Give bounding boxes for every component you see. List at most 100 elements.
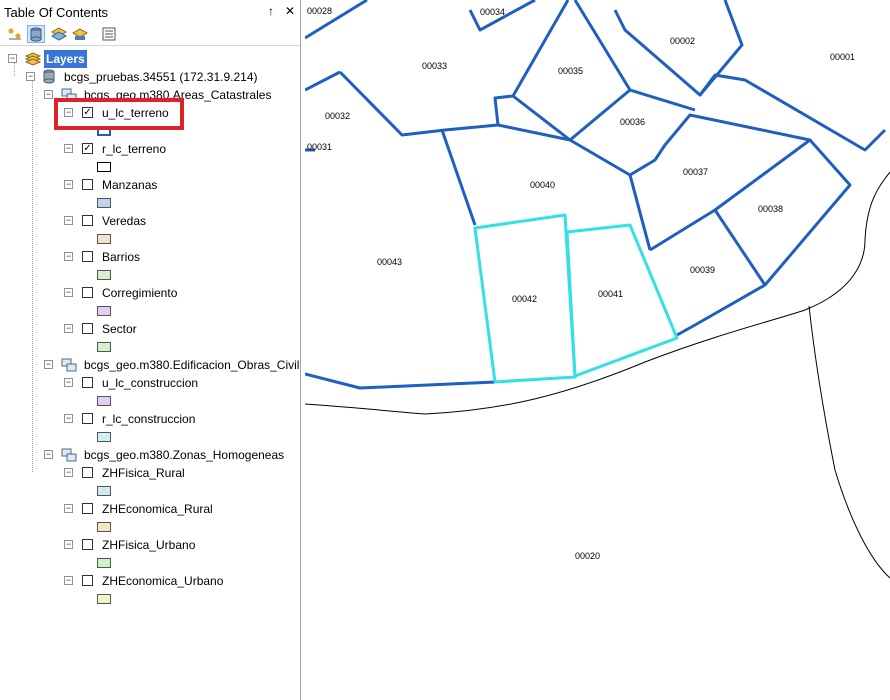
collapse-icon[interactable]: −: [64, 216, 73, 225]
layer-label[interactable]: ZHEconomica_Rural: [102, 500, 213, 518]
collapse-icon[interactable]: −: [44, 450, 53, 459]
layer-visibility-checkbox[interactable]: [82, 467, 93, 478]
collapse-icon[interactable]: −: [26, 72, 35, 81]
parcel-edge[interactable]: [440, 129, 477, 226]
parcel-edge[interactable]: [698, 73, 887, 152]
parcel-edge[interactable]: [305, 70, 341, 92]
layer-label[interactable]: r_lc_construccion: [102, 410, 195, 428]
layer-row-zheconomica-urbano[interactable]: − ZHEconomica_Urbano: [64, 572, 300, 590]
layer-label[interactable]: Veredas: [102, 212, 146, 230]
list-by-source-icon[interactable]: [27, 25, 45, 43]
options-icon[interactable]: [100, 25, 118, 43]
group-label[interactable]: bcgs_geo.m380.Edificacion_Obras_Civiles: [84, 356, 300, 374]
layer-symbol-swatch[interactable]: [97, 432, 111, 442]
collapse-icon[interactable]: −: [64, 504, 73, 513]
layer-symbol-swatch[interactable]: [97, 126, 111, 136]
parcel-edge[interactable]: [338, 0, 570, 137]
layer-row-manzanas[interactable]: − Manzanas: [64, 176, 300, 194]
group-label[interactable]: bcgs_geo.m380.Areas_Catastrales: [84, 86, 271, 104]
pin-icon[interactable]: ↑: [268, 4, 274, 18]
layer-row-r-lc-terreno[interactable]: − ✓ r_lc_terreno: [64, 140, 300, 158]
group-zonas-homogeneas-row[interactable]: − bcgs_geo.m380.Zonas_Homogeneas: [44, 446, 300, 464]
list-by-visibility-icon[interactable]: [50, 25, 68, 43]
layer-visibility-checkbox[interactable]: [82, 539, 93, 550]
parcel-edge[interactable]: [305, 372, 496, 390]
collapse-icon[interactable]: −: [64, 540, 73, 549]
layer-row-u-lc-terreno[interactable]: − ✓ u_lc_terreno: [64, 104, 300, 122]
group-edificacion-obras-civiles-row[interactable]: − bcgs_geo.m380.Edificacion_Obras_Civile…: [44, 356, 300, 374]
collapse-icon[interactable]: −: [64, 180, 73, 189]
layer-visibility-checkbox[interactable]: [82, 251, 93, 262]
layer-row-u-lc-construccion[interactable]: − u_lc_construccion: [64, 374, 300, 392]
collapse-icon[interactable]: −: [64, 108, 73, 117]
layer-visibility-checkbox[interactable]: [82, 575, 93, 586]
parcel-edge[interactable]: [628, 174, 652, 251]
layers-root-label[interactable]: Layers: [44, 50, 87, 68]
layer-symbol-swatch[interactable]: [97, 522, 111, 532]
parcel-edge[interactable]: [629, 88, 696, 112]
layer-symbol-swatch[interactable]: [97, 306, 111, 316]
collapse-icon[interactable]: −: [64, 144, 73, 153]
collapse-icon[interactable]: −: [44, 90, 53, 99]
layer-label[interactable]: Sector: [102, 320, 137, 338]
list-by-drawing-order-icon[interactable]: [6, 25, 24, 43]
layer-label[interactable]: u_lc_construccion: [102, 374, 198, 392]
layer-visibility-checkbox[interactable]: [82, 377, 93, 388]
collapse-icon[interactable]: −: [44, 360, 53, 369]
layer-visibility-checkbox[interactable]: [82, 215, 93, 226]
layer-row-r-lc-construccion[interactable]: − r_lc_construccion: [64, 410, 300, 428]
layer-symbol-swatch[interactable]: [97, 198, 111, 208]
urban-parcel-boundaries[interactable]: [305, 0, 887, 390]
collapse-icon[interactable]: −: [64, 576, 73, 585]
layer-label[interactable]: r_lc_terreno: [102, 140, 166, 158]
group-label[interactable]: bcgs_geo.m380.Zonas_Homogeneas: [84, 446, 284, 464]
group-areas-catastrales-row[interactable]: − bcgs_geo.m380.Areas_Catastrales: [44, 86, 300, 104]
layer-symbol-swatch[interactable]: [97, 234, 111, 244]
collapse-icon[interactable]: −: [64, 414, 73, 423]
layer-symbol-swatch[interactable]: [97, 342, 111, 352]
layer-visibility-checkbox[interactable]: [82, 503, 93, 514]
parcel-label: 00032: [325, 111, 350, 121]
layer-row-veredas[interactable]: − Veredas: [64, 212, 300, 230]
layer-symbol-swatch[interactable]: [97, 162, 111, 172]
collapse-icon[interactable]: −: [64, 468, 73, 477]
layer-symbol-swatch[interactable]: [97, 270, 111, 280]
layer-visibility-checkbox[interactable]: [82, 323, 93, 334]
layer-row-zhfisica-rural[interactable]: − ZHFisica_Rural: [64, 464, 300, 482]
layer-row-corregimiento[interactable]: − Corregimiento: [64, 284, 300, 302]
rural-parcel-boundary[interactable]: [808, 305, 890, 579]
collapse-icon[interactable]: −: [64, 324, 73, 333]
parcel-edge[interactable]: [613, 0, 744, 97]
layer-label[interactable]: Corregimiento: [102, 284, 177, 302]
layer-label[interactable]: ZHFisica_Rural: [102, 464, 185, 482]
collapse-icon[interactable]: −: [64, 252, 73, 261]
collapse-icon[interactable]: −: [64, 378, 73, 387]
layer-visibility-checkbox[interactable]: ✓: [82, 143, 93, 154]
layer-row-sector[interactable]: − Sector: [64, 320, 300, 338]
map-canvas[interactable]: 00028 00034 00002 00001 00033 00035 0003…: [305, 0, 890, 700]
layer-label[interactable]: ZHEconomica_Urbano: [102, 572, 223, 590]
datasource-label[interactable]: bcgs_pruebas.34551 (172.31.9.214): [64, 68, 257, 86]
map-view[interactable]: 00028 00034 00002 00001 00033 00035 0003…: [305, 0, 890, 700]
list-by-selection-icon[interactable]: [71, 25, 89, 43]
close-icon[interactable]: ✕: [285, 4, 295, 18]
layer-label[interactable]: u_lc_terreno: [102, 104, 169, 122]
layer-label[interactable]: Barrios: [102, 248, 140, 266]
layer-label[interactable]: Manzanas: [102, 176, 157, 194]
layer-visibility-checkbox[interactable]: [82, 287, 93, 298]
selected-parcel-00041[interactable]: [565, 223, 679, 378]
layer-symbol-swatch[interactable]: [97, 486, 111, 496]
layer-row-zhfisica-urbano[interactable]: − ZHFisica_Urbano: [64, 536, 300, 554]
layer-symbol-swatch[interactable]: [97, 594, 111, 604]
layer-row-barrios[interactable]: − Barrios: [64, 248, 300, 266]
layer-symbol-swatch[interactable]: [97, 558, 111, 568]
layer-label[interactable]: ZHFisica_Urbano: [102, 536, 195, 554]
layer-visibility-checkbox[interactable]: [82, 413, 93, 424]
collapse-icon[interactable]: −: [8, 54, 17, 63]
parcel-edge[interactable]: [497, 113, 811, 177]
collapse-icon[interactable]: −: [64, 288, 73, 297]
layer-visibility-checkbox[interactable]: [82, 179, 93, 190]
layer-row-zheconomica-rural[interactable]: − ZHEconomica_Rural: [64, 500, 300, 518]
layer-visibility-checkbox[interactable]: ✓: [82, 107, 93, 118]
layer-symbol-swatch[interactable]: [97, 396, 111, 406]
